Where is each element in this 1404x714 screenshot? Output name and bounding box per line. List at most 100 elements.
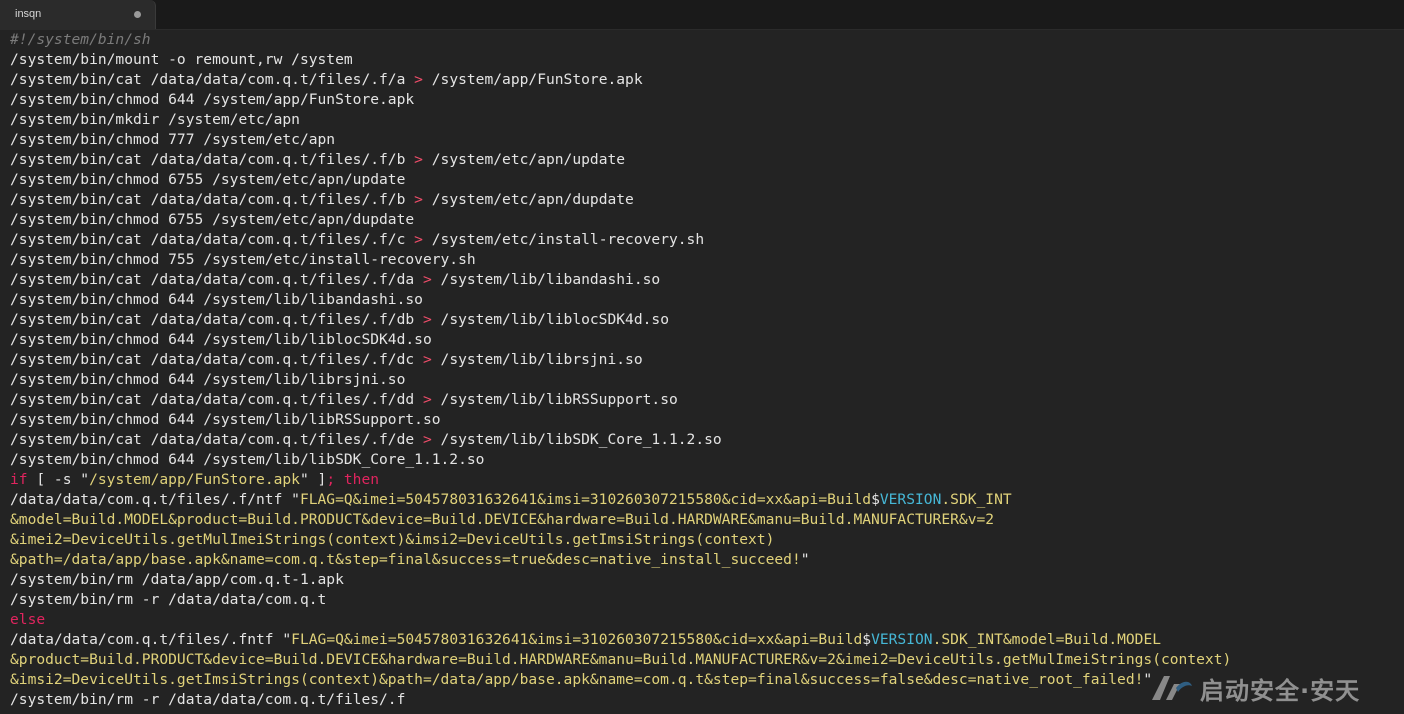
code-line[interactable]: /system/bin/chmod 777 /system/etc/apn [10, 130, 335, 150]
code-line[interactable]: else [10, 610, 45, 630]
code-line[interactable]: /system/bin/chmod 6755 /system/etc/apn/d… [10, 210, 414, 230]
code-token-plain: /system/bin/chmod 644 /system/lib/libloc… [10, 331, 432, 348]
code-token-plain: /system/bin/chmod 777 /system/etc/apn [10, 131, 336, 148]
code-token-plain: /system/bin/chmod 6755 /system/etc/apn/u… [10, 171, 406, 188]
code-token-comment: #!/system/bin/sh [10, 31, 151, 48]
unsaved-dot-icon[interactable] [134, 11, 141, 18]
code-token-plain: /system/bin/chmod 644 /system/lib/libSDK… [10, 451, 485, 468]
code-token-var: VERSION [871, 631, 933, 648]
code-line[interactable]: /system/bin/chmod 644 /system/lib/libloc… [10, 330, 432, 350]
code-token-kw: else [10, 611, 46, 628]
code-token-plain: /system/bin/chmod 644 /system/lib/librsj… [10, 371, 406, 388]
code-token-plain: /system/etc/install-recovery.sh [422, 231, 705, 248]
code-token-op: > [414, 151, 423, 168]
code-token-plain: /system/bin/cat /data/data/com.q.t/files… [10, 351, 423, 368]
code-token-plain: /system/bin/rm /data/app/com.q.t-1.apk [10, 571, 344, 588]
code-line[interactable]: /system/bin/chmod 644 /system/lib/librsj… [10, 370, 405, 390]
code-token-plain: /system/bin/cat /data/data/com.q.t/files… [10, 71, 415, 88]
code-token-plain: /data/data/com.q.t/files/.f/ntf " [10, 491, 300, 508]
code-token-plain: /system/bin/chmod 644 /system/app/FunSto… [10, 91, 415, 108]
code-token-plain: /system/lib/libSDK_Core_1.1.2.so [431, 431, 722, 448]
code-token-plain: /system/lib/librsjni.so [431, 351, 643, 368]
code-line[interactable]: /system/bin/cat /data/data/com.q.t/files… [10, 190, 634, 210]
code-token-op: > [422, 271, 432, 288]
code-line[interactable]: /system/bin/chmod 644 /system/app/FunSto… [10, 90, 414, 110]
code-line[interactable]: /system/bin/cat /data/data/com.q.t/files… [10, 70, 643, 90]
code-token-op: > [422, 391, 432, 408]
code-token-plain: /system/bin/rm -r /data/data/com.q.t/fil… [10, 691, 406, 708]
code-line[interactable]: /data/data/com.q.t/files/.f/ntf "FLAG=Q&… [10, 490, 1012, 510]
code-line[interactable]: /system/bin/cat /data/data/com.q.t/files… [10, 150, 625, 170]
code-line[interactable]: &product=Build.PRODUCT&device=Build.DEVI… [10, 650, 1231, 670]
code-token-plain: /system/bin/cat /data/data/com.q.t/files… [10, 431, 423, 448]
code-token-str: FLAG=Q&imei=504578031632641&imsi=3102603… [299, 491, 872, 508]
code-line[interactable]: /system/bin/cat /data/data/com.q.t/files… [10, 430, 722, 450]
code-token-plain: /system/bin/mount -o remount,rw /system [10, 51, 353, 68]
code-line[interactable]: /system/bin/cat /data/data/com.q.t/files… [10, 270, 660, 290]
code-token-str: &imei2=DeviceUtils.getMulImeiStrings(con… [10, 531, 775, 548]
tab-bar: insqn [0, 0, 1404, 30]
code-token-str: &path=/data/app/base.apk&name=com.q.t&st… [10, 551, 801, 568]
code-token-plain: " [800, 551, 810, 568]
code-token-plain: /system/lib/libandashi.so [431, 271, 661, 288]
code-token-op: > [414, 71, 423, 88]
code-token-str: &product=Build.PRODUCT&device=Build.DEVI… [10, 651, 1232, 668]
antiy-logo-icon [1152, 676, 1192, 700]
code-token-plain: /system/bin/mkdir /system/etc/apn [10, 111, 300, 128]
code-token-str: .SDK_INT&model=Build.MODEL [932, 631, 1162, 648]
code-token-kw: ; then [326, 471, 380, 488]
code-line[interactable]: /system/bin/mkdir /system/etc/apn [10, 110, 300, 130]
tab-label: insqn [15, 8, 42, 20]
code-token-plain: /system/bin/cat /data/data/com.q.t/files… [10, 151, 415, 168]
code-line[interactable]: /system/bin/cat /data/data/com.q.t/files… [10, 390, 678, 410]
code-line[interactable]: /system/bin/chmod 644 /system/lib/liband… [10, 290, 423, 310]
code-token-plain: /data/data/com.q.t/files/.fntf " [10, 631, 292, 648]
code-token-str: FLAG=Q&imei=504578031632641&imsi=3102603… [291, 631, 863, 648]
code-token-op: > [422, 311, 432, 328]
code-line[interactable]: /system/bin/cat /data/data/com.q.t/files… [10, 350, 643, 370]
code-token-op: > [414, 191, 423, 208]
code-token-plain: /system/bin/chmod 644 /system/lib/liband… [10, 291, 423, 308]
editor-window: insqn #!/system/bin/sh/system/bin/mount … [0, 0, 1404, 714]
code-token-plain: /system/etc/apn/update [422, 151, 626, 168]
code-token-plain: $ [862, 631, 872, 648]
code-token-str: &model=Build.MODEL&product=Build.PRODUCT… [10, 511, 995, 528]
code-token-plain: /system/bin/cat /data/data/com.q.t/files… [10, 191, 415, 208]
code-line[interactable]: /system/bin/chmod 755 /system/etc/instal… [10, 250, 476, 270]
tab-insqn[interactable]: insqn [0, 0, 156, 29]
code-token-plain: /system/bin/cat /data/data/com.q.t/files… [10, 231, 415, 248]
code-line[interactable]: &imsi2=DeviceUtils.getImsiStrings(contex… [10, 670, 1152, 690]
code-line[interactable]: &model=Build.MODEL&product=Build.PRODUCT… [10, 510, 994, 530]
code-line[interactable]: &path=/data/app/base.apk&name=com.q.t&st… [10, 550, 810, 570]
code-line[interactable]: /system/bin/chmod 6755 /system/etc/apn/u… [10, 170, 405, 190]
code-line[interactable]: /system/bin/cat /data/data/com.q.t/files… [10, 310, 669, 330]
code-token-plain: /system/bin/cat /data/data/com.q.t/files… [10, 271, 423, 288]
code-token-plain: [ -s " [27, 471, 90, 488]
code-token-plain: /system/bin/cat /data/data/com.q.t/files… [10, 311, 423, 328]
code-token-op: > [414, 231, 423, 248]
code-token-plain: /system/app/FunStore.apk [422, 71, 643, 88]
code-line[interactable]: /system/bin/rm -r /data/data/com.q.t [10, 590, 326, 610]
watermark-text: 启动安全·安天 [1200, 676, 1361, 705]
code-line[interactable]: /system/bin/mount -o remount,rw /system [10, 50, 353, 70]
code-line[interactable]: if [ -s "/system/app/FunStore.apk" ]; th… [10, 470, 379, 490]
code-token-plain: /system/bin/chmod 6755 /system/etc/apn/d… [10, 211, 415, 228]
code-line[interactable]: /data/data/com.q.t/files/.fntf "FLAG=Q&i… [10, 630, 1161, 650]
code-token-str: .SDK_INT [941, 491, 1012, 508]
code-line[interactable]: #!/system/bin/sh [10, 30, 151, 50]
code-line[interactable]: /system/bin/cat /data/data/com.q.t/files… [10, 230, 704, 250]
code-line[interactable]: &imei2=DeviceUtils.getMulImeiStrings(con… [10, 530, 774, 550]
code-token-kw: if [10, 471, 28, 488]
code-line[interactable]: /system/bin/rm /data/app/com.q.t-1.apk [10, 570, 344, 590]
code-line[interactable]: /system/bin/rm -r /data/data/com.q.t/fil… [10, 690, 405, 710]
code-token-plain: /system/bin/rm -r /data/data/com.q.t [10, 591, 327, 608]
code-token-plain: /system/bin/cat /data/data/com.q.t/files… [10, 391, 423, 408]
code-token-plain: /system/lib/libRSSupport.so [431, 391, 678, 408]
code-token-str: /system/app/FunStore.apk [89, 471, 300, 488]
code-token-plain: $ [871, 491, 880, 508]
code-token-plain: /system/etc/apn/dupdate [422, 191, 634, 208]
code-editor[interactable]: #!/system/bin/sh/system/bin/mount -o rem… [0, 30, 1404, 714]
code-line[interactable]: /system/bin/chmod 644 /system/lib/libSDK… [10, 450, 484, 470]
code-line[interactable]: /system/bin/chmod 644 /system/lib/libRSS… [10, 410, 441, 430]
code-token-var: VERSION [879, 491, 942, 508]
